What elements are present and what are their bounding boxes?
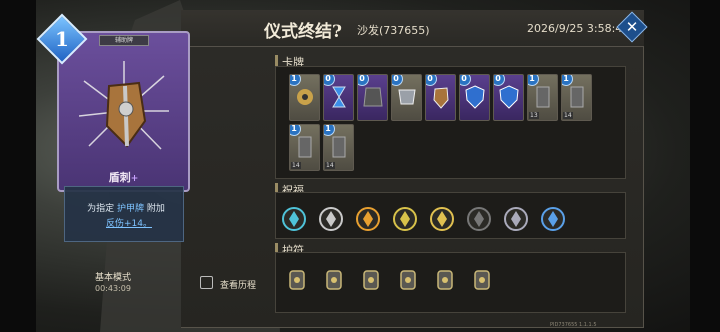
shield-plate-icon: [398, 89, 416, 105]
panel-title: 仪式终结?: [264, 22, 342, 42]
card-blue-shield[interactable]: 0: [459, 74, 490, 121]
card-blue-shield[interactable]: 0: [493, 74, 524, 121]
card-level: 14: [325, 162, 335, 169]
right-border: [690, 0, 720, 332]
version-label: PID737655 1.1.1.5: [550, 322, 597, 328]
spiked-shield-icon: [79, 61, 169, 150]
amulet-charm-icon[interactable]: [432, 267, 458, 293]
blue-shield-icon: [465, 85, 485, 109]
bracer-charm-icon[interactable]: [358, 267, 384, 293]
cog-icon[interactable]: [503, 206, 529, 232]
history-icon[interactable]: [200, 276, 213, 289]
armor-charm-icon[interactable]: [284, 267, 310, 293]
cloak-charm-icon[interactable]: [469, 267, 495, 293]
close-icon: ✕: [625, 18, 639, 36]
gear-icon: [297, 89, 313, 105]
card-gear[interactable]: 1: [289, 74, 320, 121]
card-gauntlet[interactable]: 1 14: [561, 74, 592, 121]
card-description: 为指定 护甲牌 附加 反伤+14。: [64, 186, 184, 242]
claw-icon[interactable]: [318, 206, 344, 232]
view-history-button[interactable]: 查看历程: [220, 278, 256, 291]
gauntlet-icon: [332, 136, 346, 158]
card-shield-plate[interactable]: 0: [391, 74, 422, 121]
card-level: 13: [529, 112, 539, 119]
gauntlet-icon: [536, 86, 550, 108]
blue-shield-icon: [499, 85, 519, 109]
card-level: 14: [291, 162, 301, 169]
run-time: 00:43:09: [95, 284, 131, 293]
card-gauntlet[interactable]: 1 13: [527, 74, 558, 121]
wing-icon[interactable]: [429, 206, 455, 232]
card-armor[interactable]: 0: [357, 74, 388, 121]
game-mode: 基本模式: [95, 273, 132, 283]
skull-orb-icon[interactable]: [466, 206, 492, 232]
card-shield-spiked[interactable]: 0: [425, 74, 456, 121]
player-name: 沙发(737655): [357, 24, 430, 37]
card-preview[interactable]: 辅助牌 盾刺+: [57, 31, 190, 192]
shield-flame-icon[interactable]: [540, 206, 566, 232]
shield-spiked-icon: [433, 87, 449, 109]
card-type-label: 辅助牌: [99, 35, 149, 46]
card-gauntlet[interactable]: 1 14: [323, 124, 354, 171]
card-level: 14: [563, 112, 573, 119]
gauntlet-icon: [570, 86, 584, 108]
hourglass-icon: [332, 86, 346, 108]
game-scene: 仪式终结? 沙发(737655) 2026/9/25 3:58:40 ✕ 卡牌 …: [0, 0, 720, 332]
datetime: 2026/9/25 3:58:40: [527, 22, 630, 35]
armor-icon: [363, 87, 383, 107]
star-gem-icon[interactable]: [392, 206, 418, 232]
helmet-charm-icon[interactable]: [321, 267, 347, 293]
left-border: [0, 0, 36, 332]
crystal-icon[interactable]: [281, 206, 307, 232]
card-name: 盾刺+: [108, 171, 139, 184]
gauntlet-icon: [298, 136, 312, 158]
flame-swirl-icon[interactable]: [355, 206, 381, 232]
gauntlet-charm-icon[interactable]: [395, 267, 421, 293]
effect-text: 反伤+14。: [106, 219, 152, 229]
card-hourglass[interactable]: 0: [323, 74, 354, 121]
card-gauntlet[interactable]: 1 14: [289, 124, 320, 171]
